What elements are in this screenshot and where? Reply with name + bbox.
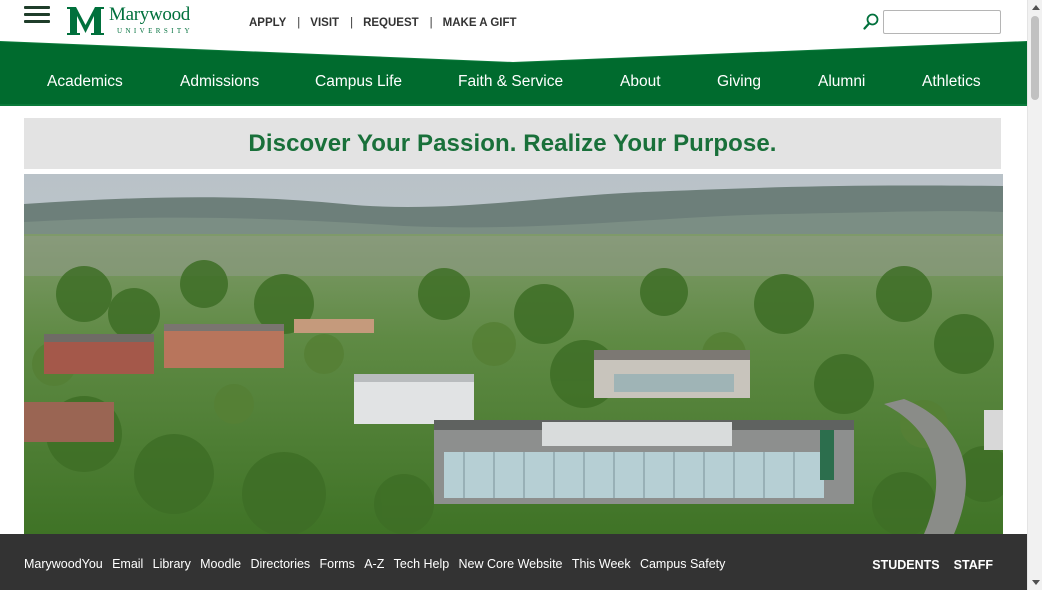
logo-subtitle: UNIVERSITY bbox=[117, 27, 193, 35]
request-link[interactable]: REQUEST bbox=[363, 17, 419, 29]
audience-links: STUDENTS STAFF bbox=[858, 558, 993, 572]
nav-about[interactable]: About bbox=[620, 73, 661, 91]
hero-campus-image bbox=[24, 174, 1003, 534]
menu-icon[interactable] bbox=[24, 6, 50, 24]
nav-faith-service[interactable]: Faith & Service bbox=[458, 73, 563, 91]
nav-admissions[interactable]: Admissions bbox=[180, 73, 259, 91]
link-email[interactable]: Email bbox=[112, 557, 143, 571]
link-marywoodyou[interactable]: MarywoodYou bbox=[24, 557, 103, 571]
scroll-down-arrow-icon[interactable] bbox=[1028, 575, 1042, 590]
quick-links-bar: MarywoodYou Email Library Moodle Directo… bbox=[0, 534, 1027, 590]
nav-athletics[interactable]: Athletics bbox=[922, 73, 981, 91]
vertical-scrollbar[interactable] bbox=[1027, 0, 1042, 590]
quick-links: MarywoodYou Email Library Moodle Directo… bbox=[24, 557, 735, 571]
link-new-core-website[interactable]: New Core Website bbox=[459, 557, 563, 571]
link-forms[interactable]: Forms bbox=[319, 557, 354, 571]
staff-link[interactable]: STAFF bbox=[954, 558, 993, 572]
search-icon[interactable] bbox=[863, 13, 879, 30]
nav-giving[interactable]: Giving bbox=[717, 73, 761, 91]
students-link[interactable]: STUDENTS bbox=[872, 558, 939, 572]
separator: | bbox=[350, 17, 354, 29]
link-directories[interactable]: Directories bbox=[250, 557, 310, 571]
separator: | bbox=[429, 17, 433, 29]
marywood-logo[interactable]: Marywood UNIVERSITY bbox=[66, 5, 193, 37]
link-moodle[interactable]: Moodle bbox=[200, 557, 241, 571]
nav-alumni[interactable]: Alumni bbox=[818, 73, 865, 91]
nav-academics[interactable]: Academics bbox=[47, 73, 123, 91]
link-campus-safety[interactable]: Campus Safety bbox=[640, 557, 725, 571]
link-this-week[interactable]: This Week bbox=[572, 557, 631, 571]
visit-link[interactable]: VISIT bbox=[310, 17, 339, 29]
tagline-banner: Discover Your Passion. Realize Your Purp… bbox=[24, 118, 1001, 169]
make-a-gift-link[interactable]: MAKE A GIFT bbox=[443, 17, 517, 29]
apply-link[interactable]: APPLY bbox=[249, 17, 286, 29]
logo-name: Marywood bbox=[109, 4, 190, 25]
scroll-up-arrow-icon[interactable] bbox=[1028, 0, 1042, 15]
logo-m-mark bbox=[67, 7, 104, 35]
link-tech-help[interactable]: Tech Help bbox=[394, 557, 450, 571]
link-a-z[interactable]: A-Z bbox=[364, 557, 384, 571]
tagline-heading: Discover Your Passion. Realize Your Purp… bbox=[248, 129, 777, 157]
separator: | bbox=[297, 17, 301, 29]
main-navigation: Academics Admissions Campus Life Faith &… bbox=[0, 38, 1027, 106]
utility-nav: APPLY | VISIT | REQUEST | MAKE A GIFT bbox=[249, 17, 517, 29]
primary-nav: Academics Admissions Campus Life Faith &… bbox=[0, 62, 1027, 102]
campus-aerial-illustration bbox=[24, 174, 1003, 534]
page: Marywood UNIVERSITY APPLY | VISIT | REQU… bbox=[0, 0, 1042, 590]
nav-campus-life[interactable]: Campus Life bbox=[315, 73, 402, 91]
search-input[interactable] bbox=[883, 10, 1001, 34]
scrollbar-thumb[interactable] bbox=[1031, 16, 1039, 100]
link-library[interactable]: Library bbox=[153, 557, 191, 571]
